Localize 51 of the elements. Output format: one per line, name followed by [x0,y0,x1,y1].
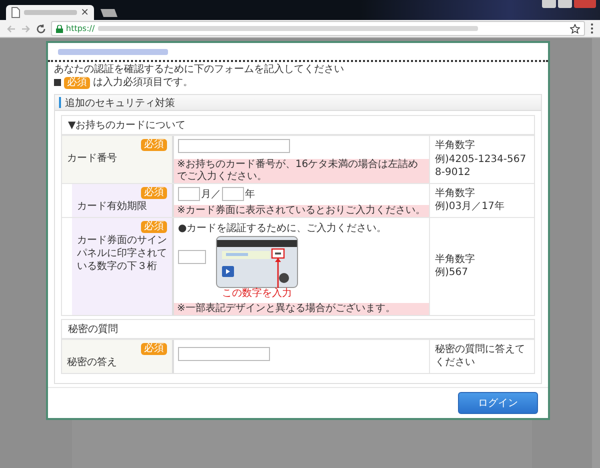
month-field[interactable] [178,186,200,200]
close-button[interactable] [574,0,596,8]
new-tab-button[interactable] [100,9,118,17]
card-number-field[interactable] [178,139,290,153]
tab-close-button[interactable]: × [80,8,89,18]
blurred-tab-title [24,10,77,15]
format-hint: 半角数字 [435,139,476,152]
back-icon[interactable] [6,24,16,34]
square-icon [54,79,61,86]
browser-tab[interactable]: × [6,5,94,20]
address-bar[interactable]: https:// [51,21,585,36]
field-label: カード有効期限 [77,200,148,212]
url-scheme: https:// [66,24,95,33]
instruction-text: ●カードを認証するために、ご入力ください。 [178,222,388,234]
format-hint: 例)4205-1234-5678-9012 [435,152,528,180]
format-hint: 半角数字 [435,252,476,266]
image-caption: この数字を入力 [222,288,292,300]
field-note: ※お持ちのカード番号が、16ケタ未満の場合は左詰めでご入力ください。 [174,158,429,182]
field-note: ※カード券面に表示されているとおりご入力ください。 [174,204,429,216]
field-label: カード券面のサインパネルに印字されている数字の下３桁 [77,234,167,272]
format-hint: 秘密の質問に答えてください [435,342,526,370]
required-badge: 必須 [141,220,167,232]
star-icon[interactable] [570,24,580,34]
format-hint: 半角数字 [435,186,476,200]
format-hint: 例)567 [435,266,469,280]
menu-icon[interactable] [590,23,594,34]
group-heading: 秘密の質問 [62,320,534,338]
section-title: 追加のセキュリティ対策 [65,96,175,110]
forward-icon[interactable] [21,24,31,34]
page-icon [11,7,20,18]
required-badge: 必須 [141,186,167,198]
lock-icon [56,24,63,32]
minimize-button[interactable] [542,0,556,8]
format-hint: 例)03月／17年 [435,200,506,214]
field-note: ※一部表記デザインと異なる場合がございます。 [174,302,429,314]
group-heading: ▼お持ちのカードについて [62,116,534,135]
required-badge: 必須 [141,139,167,151]
field-label: 秘密の答え [67,356,118,368]
maximize-button[interactable] [558,0,572,8]
field-label: カード番号 [67,152,118,165]
year-field[interactable] [222,186,244,200]
required-badge: 必須 [64,76,90,89]
intro-text: あなたの認証を確認するために下のフォームを記入してください [54,64,344,75]
reload-icon[interactable] [36,24,46,34]
login-button[interactable]: ログイン [458,392,538,414]
required-note: は入力必須項目です。 [93,76,193,89]
month-unit: 月／ [201,188,221,200]
answer-field[interactable] [178,346,270,360]
required-badge: 必須 [141,342,167,354]
year-unit: 年 [245,188,255,200]
security-code-field[interactable] [178,250,206,264]
